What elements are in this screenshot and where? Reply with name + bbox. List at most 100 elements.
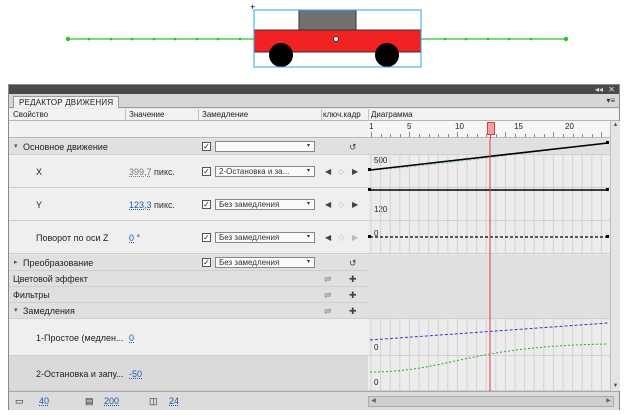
ruler-tick [409,132,411,137]
vertical-scrollbar[interactable]: ▲ ▼ [610,121,620,391]
previous-keyframe-icon[interactable]: ◀ [325,200,331,209]
easing-value[interactable]: 0 [129,333,134,343]
graph-ease-stop-start[interactable]: 0 [368,356,610,391]
scroll-left-icon[interactable]: ◀ [369,397,378,406]
tab-motion-editor[interactable]: РЕДАКТОР ДВИЖЕНИЯ [13,96,120,108]
property-row-rotation-z[interactable]: Поворот по оси Z 0 ° ✓ Без замедления ▾ ◀… [9,221,368,254]
expanded-graph-size-value[interactable]: 200 [104,396,119,406]
previous-keyframe-icon[interactable]: ◀ [325,167,331,176]
category-transform[interactable]: ▸ Преобразование ✓ Без замедления ▾ ↺ [9,255,368,271]
check-icon: ✓ [203,142,210,151]
ease2-value[interactable]: -50 [129,369,142,379]
y-value[interactable]: 123,3 [129,200,152,210]
category-filters[interactable]: Фильтры ⇌ ✚ [9,287,368,303]
easing-value[interactable]: -50 [129,369,142,379]
svg-text:+: + [250,2,255,12]
ruler-tick [524,134,526,137]
easing-select[interactable]: Без замедления ▾ [215,257,315,268]
easing-select[interactable]: ▾ [215,141,315,152]
property-value[interactable]: 0 ° [129,233,140,243]
add-keyframe-icon[interactable]: ◇ [338,167,344,176]
next-keyframe-icon[interactable]: ▶ [352,233,358,242]
remove-filter-icon[interactable]: ⇌ [324,290,332,301]
graph-size-icon: ▭ [15,396,24,406]
ruler-tick [572,134,574,137]
rotation-value[interactable]: 0 [129,233,134,243]
chevron-down-icon[interactable]: ▾ [14,142,18,150]
chevron-down-icon: ▾ [306,201,310,207]
chevron-right-icon[interactable]: ▸ [14,258,18,266]
property-row-y[interactable]: Y 123,3 пикс. ✓ Без замедления ▾ ◀ ◇ ▶ [9,188,368,221]
property-value[interactable]: 399,7 пикс. [129,167,175,177]
x-unit: пикс. [154,167,175,177]
column-header: Свойство Значение Замедление ключ.кадр Д… [9,109,619,121]
panel-menu-icon[interactable]: ▾≡ [606,96,615,105]
ease1-value[interactable]: 0 [129,333,134,343]
close-panel-icon[interactable]: ✕ [608,85,615,94]
col-property: Свойство [13,110,49,119]
add-easing-icon[interactable]: ✚ [349,306,357,317]
property-row-x[interactable]: X 399,7 пикс. ✓ 2-Остановка и за... ▾ ◀ ◇… [9,155,368,188]
property-label: Поворот по оси Z [36,233,109,243]
scroll-down-icon[interactable]: ▼ [611,382,620,391]
expanded-graph-size-icon: ▤ [85,396,94,406]
easing-checkbox[interactable]: ✓ [202,142,211,151]
easing-checkbox[interactable]: ✓ [202,258,211,267]
add-effect-icon[interactable]: ✚ [349,274,357,285]
viewable-frames-value[interactable]: 24 [169,396,179,406]
playhead-handle[interactable] [487,122,495,135]
graph-basic-motion [368,139,610,155]
check-icon: ✓ [203,167,210,176]
add-keyframe-icon[interactable]: ◇ [338,233,344,242]
ruler-tick [467,134,468,137]
category-easings[interactable]: ▾ Замедления ⇌ ✚ [9,303,368,319]
remove-easing-icon[interactable]: ⇌ [324,306,332,317]
scroll-up-icon[interactable]: ▲ [611,121,620,130]
ruler-tick [505,132,507,137]
reset-values-icon[interactable]: ↺ [349,258,357,269]
horizontal-scrollbar[interactable]: ◀ ▶ [368,396,614,407]
x-value[interactable]: 399,7 [129,167,152,177]
panel-tab-strip: РЕДАКТОР ДВИЖЕНИЯ ▾≡ [9,94,619,108]
check-icon: ✓ [203,258,210,267]
ruler-tick [553,132,555,137]
ruler-tick [438,134,440,137]
scroll-right-icon[interactable]: ▶ [604,397,613,406]
easing-row-stop-start[interactable]: 2-Остановка и запу... -50 [9,356,368,391]
easing-checkbox[interactable]: ✓ [202,233,211,242]
previous-keyframe-icon[interactable]: ◀ [325,233,331,242]
graph-rotation-z[interactable]: 0 [368,221,610,254]
easing-checkbox[interactable]: ✓ [202,167,211,176]
car-symbol[interactable]: + [250,2,422,68]
category-color-effect[interactable]: Цветовой эффект ⇌ ✚ [9,271,368,287]
reset-values-icon[interactable]: ↺ [349,142,357,153]
add-filter-icon[interactable]: ✚ [349,290,357,301]
graph-size-value[interactable]: 40 [39,396,49,406]
rotation-unit: ° [136,233,141,243]
check-icon: ✓ [203,200,210,209]
graph-value-label: 0 [374,229,379,238]
playhead-line[interactable] [490,135,491,139]
remove-effect-icon[interactable]: ⇌ [324,274,332,285]
graph-x[interactable]: 500 [368,155,610,188]
frame-ruler[interactable]: 1 5 10 15 20 [368,121,610,138]
col-easing: Замедление [202,110,249,119]
collapse-panel-icon[interactable]: ◂◂ [595,85,603,94]
add-keyframe-icon[interactable]: ◇ [338,200,344,209]
easing-select[interactable]: Без замедления ▾ [215,199,315,210]
easing-select[interactable]: Без замедления ▾ [215,232,315,243]
ruler-tick [563,134,564,137]
next-keyframe-icon[interactable]: ▶ [352,167,358,176]
ruler-tick [457,132,459,137]
category-basic-motion[interactable]: ▾ Основное движение ✓ ▾ ↺ [9,139,368,155]
graph-ease-simple[interactable]: 0 [368,319,610,356]
property-value[interactable]: 123,3 пикс. [129,200,175,210]
easing-checkbox[interactable]: ✓ [202,200,211,209]
easing-select-value: Без замедления [219,200,280,209]
graph-y[interactable]: 120 [368,188,610,221]
ruler-tick [534,134,536,137]
next-keyframe-icon[interactable]: ▶ [352,200,358,209]
easing-select[interactable]: 2-Остановка и за... ▾ [215,166,315,177]
easing-row-simple[interactable]: 1-Простое (медлен... 0 [9,319,368,356]
chevron-down-icon[interactable]: ▾ [14,306,18,314]
